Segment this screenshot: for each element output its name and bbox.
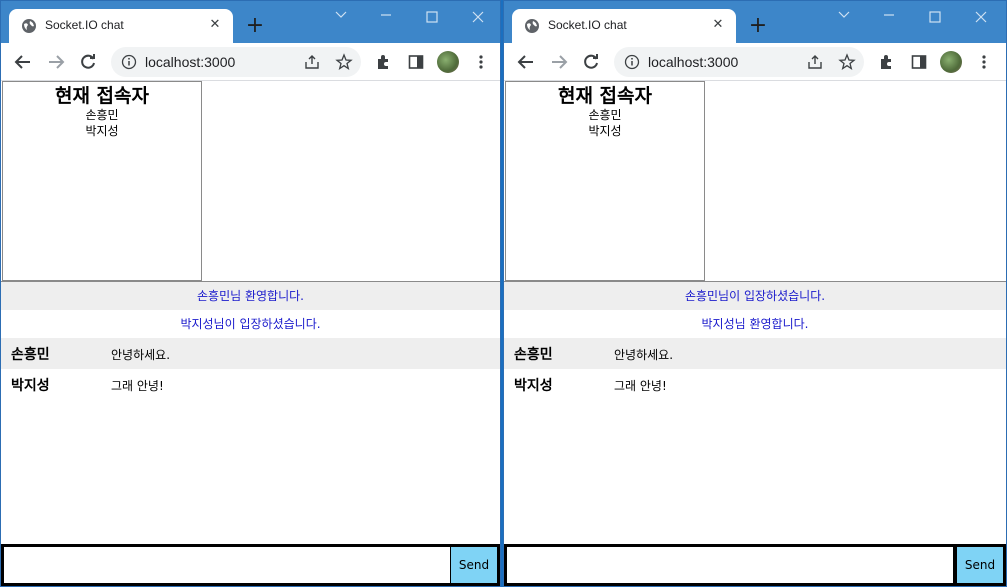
chat-message-text: 그래 안녕! — [111, 379, 164, 393]
chat-message-user: 박지성 — [11, 378, 50, 394]
browser-tab[interactable]: Socket.IO chat ✕ — [9, 9, 233, 43]
connected-users-panel: 현재 접속자 손흥민 박지성 — [505, 81, 705, 281]
system-message: 박지성님 환영합니다. — [701, 317, 809, 331]
reload-icon[interactable] — [579, 50, 603, 74]
message-input[interactable] — [507, 547, 953, 583]
send-button[interactable]: Send — [451, 547, 497, 583]
chat-message: 손흥민 안녕하세요. — [504, 338, 1006, 369]
url-text: localhost:3000 — [648, 54, 739, 70]
info-icon[interactable] — [624, 54, 640, 70]
url-text: localhost:3000 — [145, 54, 236, 70]
back-icon[interactable] — [514, 50, 538, 74]
globe-icon — [21, 18, 37, 34]
forward-icon[interactable] — [547, 50, 571, 74]
star-icon[interactable] — [335, 53, 353, 71]
message-list: 손흥민님이 입장하셨습니다. 박지성님 환영합니다. 손흥민 안녕하세요. 박지… — [504, 282, 1006, 400]
chat-message-user: 박지성 — [514, 378, 553, 394]
star-icon[interactable] — [838, 53, 856, 71]
reload-icon[interactable] — [76, 50, 100, 74]
forward-icon[interactable] — [44, 50, 68, 74]
kebab-menu-icon[interactable] — [972, 50, 996, 74]
close-icon[interactable]: ✕ — [205, 15, 225, 35]
extensions-icon[interactable] — [371, 50, 395, 74]
chat-message: 박지성 그래 안녕! — [504, 369, 1006, 400]
extensions-icon[interactable] — [874, 50, 898, 74]
share-icon[interactable] — [806, 53, 824, 71]
kebab-menu-icon[interactable] — [469, 50, 493, 74]
plus-icon[interactable]: + — [241, 13, 269, 41]
chat-page: 현재 접속자 손흥민 박지성 손흥민님 환영합니다. 박지성님이 입장하셨습니다… — [1, 81, 500, 586]
message-input[interactable] — [4, 547, 450, 583]
close-icon[interactable]: ✕ — [708, 15, 728, 35]
connected-user: 손흥민 — [588, 108, 622, 122]
address-bar[interactable]: localhost:3000 — [111, 47, 361, 77]
minimize-icon[interactable] — [371, 7, 401, 29]
share-icon[interactable] — [303, 53, 321, 71]
title-bar[interactable]: Socket.IO chat ✕ + — [1, 1, 500, 43]
chat-message: 손흥민 안녕하세요. — [1, 338, 500, 369]
message-form: Send — [1, 544, 500, 586]
plus-icon[interactable]: + — [744, 13, 772, 41]
connected-users-title: 현재 접속자 — [54, 85, 149, 107]
connected-user: 박지성 — [588, 124, 622, 138]
window-close-icon[interactable] — [463, 7, 493, 29]
info-icon[interactable] — [121, 54, 137, 70]
desktop: Socket.IO chat ✕ + localhost:3000 현재 접속자… — [0, 0, 1007, 587]
maximize-icon[interactable] — [920, 7, 950, 29]
window-close-icon[interactable] — [966, 7, 996, 29]
chat-message-text: 안녕하세요. — [614, 348, 674, 362]
system-message: 손흥민님이 입장하셨습니다. — [504, 282, 1006, 310]
chat-message: 박지성 그래 안녕! — [1, 369, 500, 400]
profile-avatar[interactable] — [437, 51, 459, 73]
tab-title: Socket.IO chat — [548, 18, 627, 32]
chat-page: 현재 접속자 손흥민 박지성 손흥민님이 입장하셨습니다. 박지성님 환영합니다… — [504, 81, 1006, 586]
address-bar[interactable]: localhost:3000 — [614, 47, 864, 77]
chat-message-user: 손흥민 — [514, 347, 553, 363]
tab-title: Socket.IO chat — [45, 18, 124, 32]
profile-avatar[interactable] — [940, 51, 962, 73]
message-list: 손흥민님 환영합니다. 박지성님이 입장하셨습니다. 손흥민 안녕하세요. 박지… — [1, 282, 500, 400]
connected-users-title: 현재 접속자 — [557, 85, 652, 107]
message-form: Send — [504, 544, 1006, 586]
minimize-icon[interactable] — [874, 7, 904, 29]
browser-toolbar: localhost:3000 — [504, 43, 1006, 81]
connected-user: 손흥민 — [85, 108, 119, 122]
browser-toolbar: localhost:3000 — [1, 43, 500, 81]
system-message: 손흥민님 환영합니다. — [1, 282, 500, 310]
system-message: 박지성님이 입장하셨습니다. — [180, 317, 321, 331]
chat-message-text: 안녕하세요. — [111, 348, 171, 362]
browser-window-left: Socket.IO chat ✕ + localhost:3000 현재 접속자… — [0, 0, 501, 587]
title-bar[interactable]: Socket.IO chat ✕ + — [504, 1, 1006, 43]
maximize-icon[interactable] — [417, 7, 447, 29]
chevron-down-icon[interactable] — [326, 7, 356, 29]
send-button[interactable]: Send — [957, 547, 1003, 583]
back-icon[interactable] — [11, 50, 35, 74]
chat-message-text: 그래 안녕! — [614, 379, 667, 393]
connected-users-panel: 현재 접속자 손흥민 박지성 — [2, 81, 202, 281]
chat-message-user: 손흥민 — [11, 347, 50, 363]
chevron-down-icon[interactable] — [829, 7, 859, 29]
sidepanel-icon[interactable] — [907, 50, 931, 74]
connected-user: 박지성 — [85, 124, 119, 138]
sidepanel-icon[interactable] — [404, 50, 428, 74]
globe-icon — [524, 18, 540, 34]
browser-tab[interactable]: Socket.IO chat ✕ — [512, 9, 736, 43]
browser-window-right: Socket.IO chat ✕ + localhost:3000 현재 접속자… — [503, 0, 1007, 587]
